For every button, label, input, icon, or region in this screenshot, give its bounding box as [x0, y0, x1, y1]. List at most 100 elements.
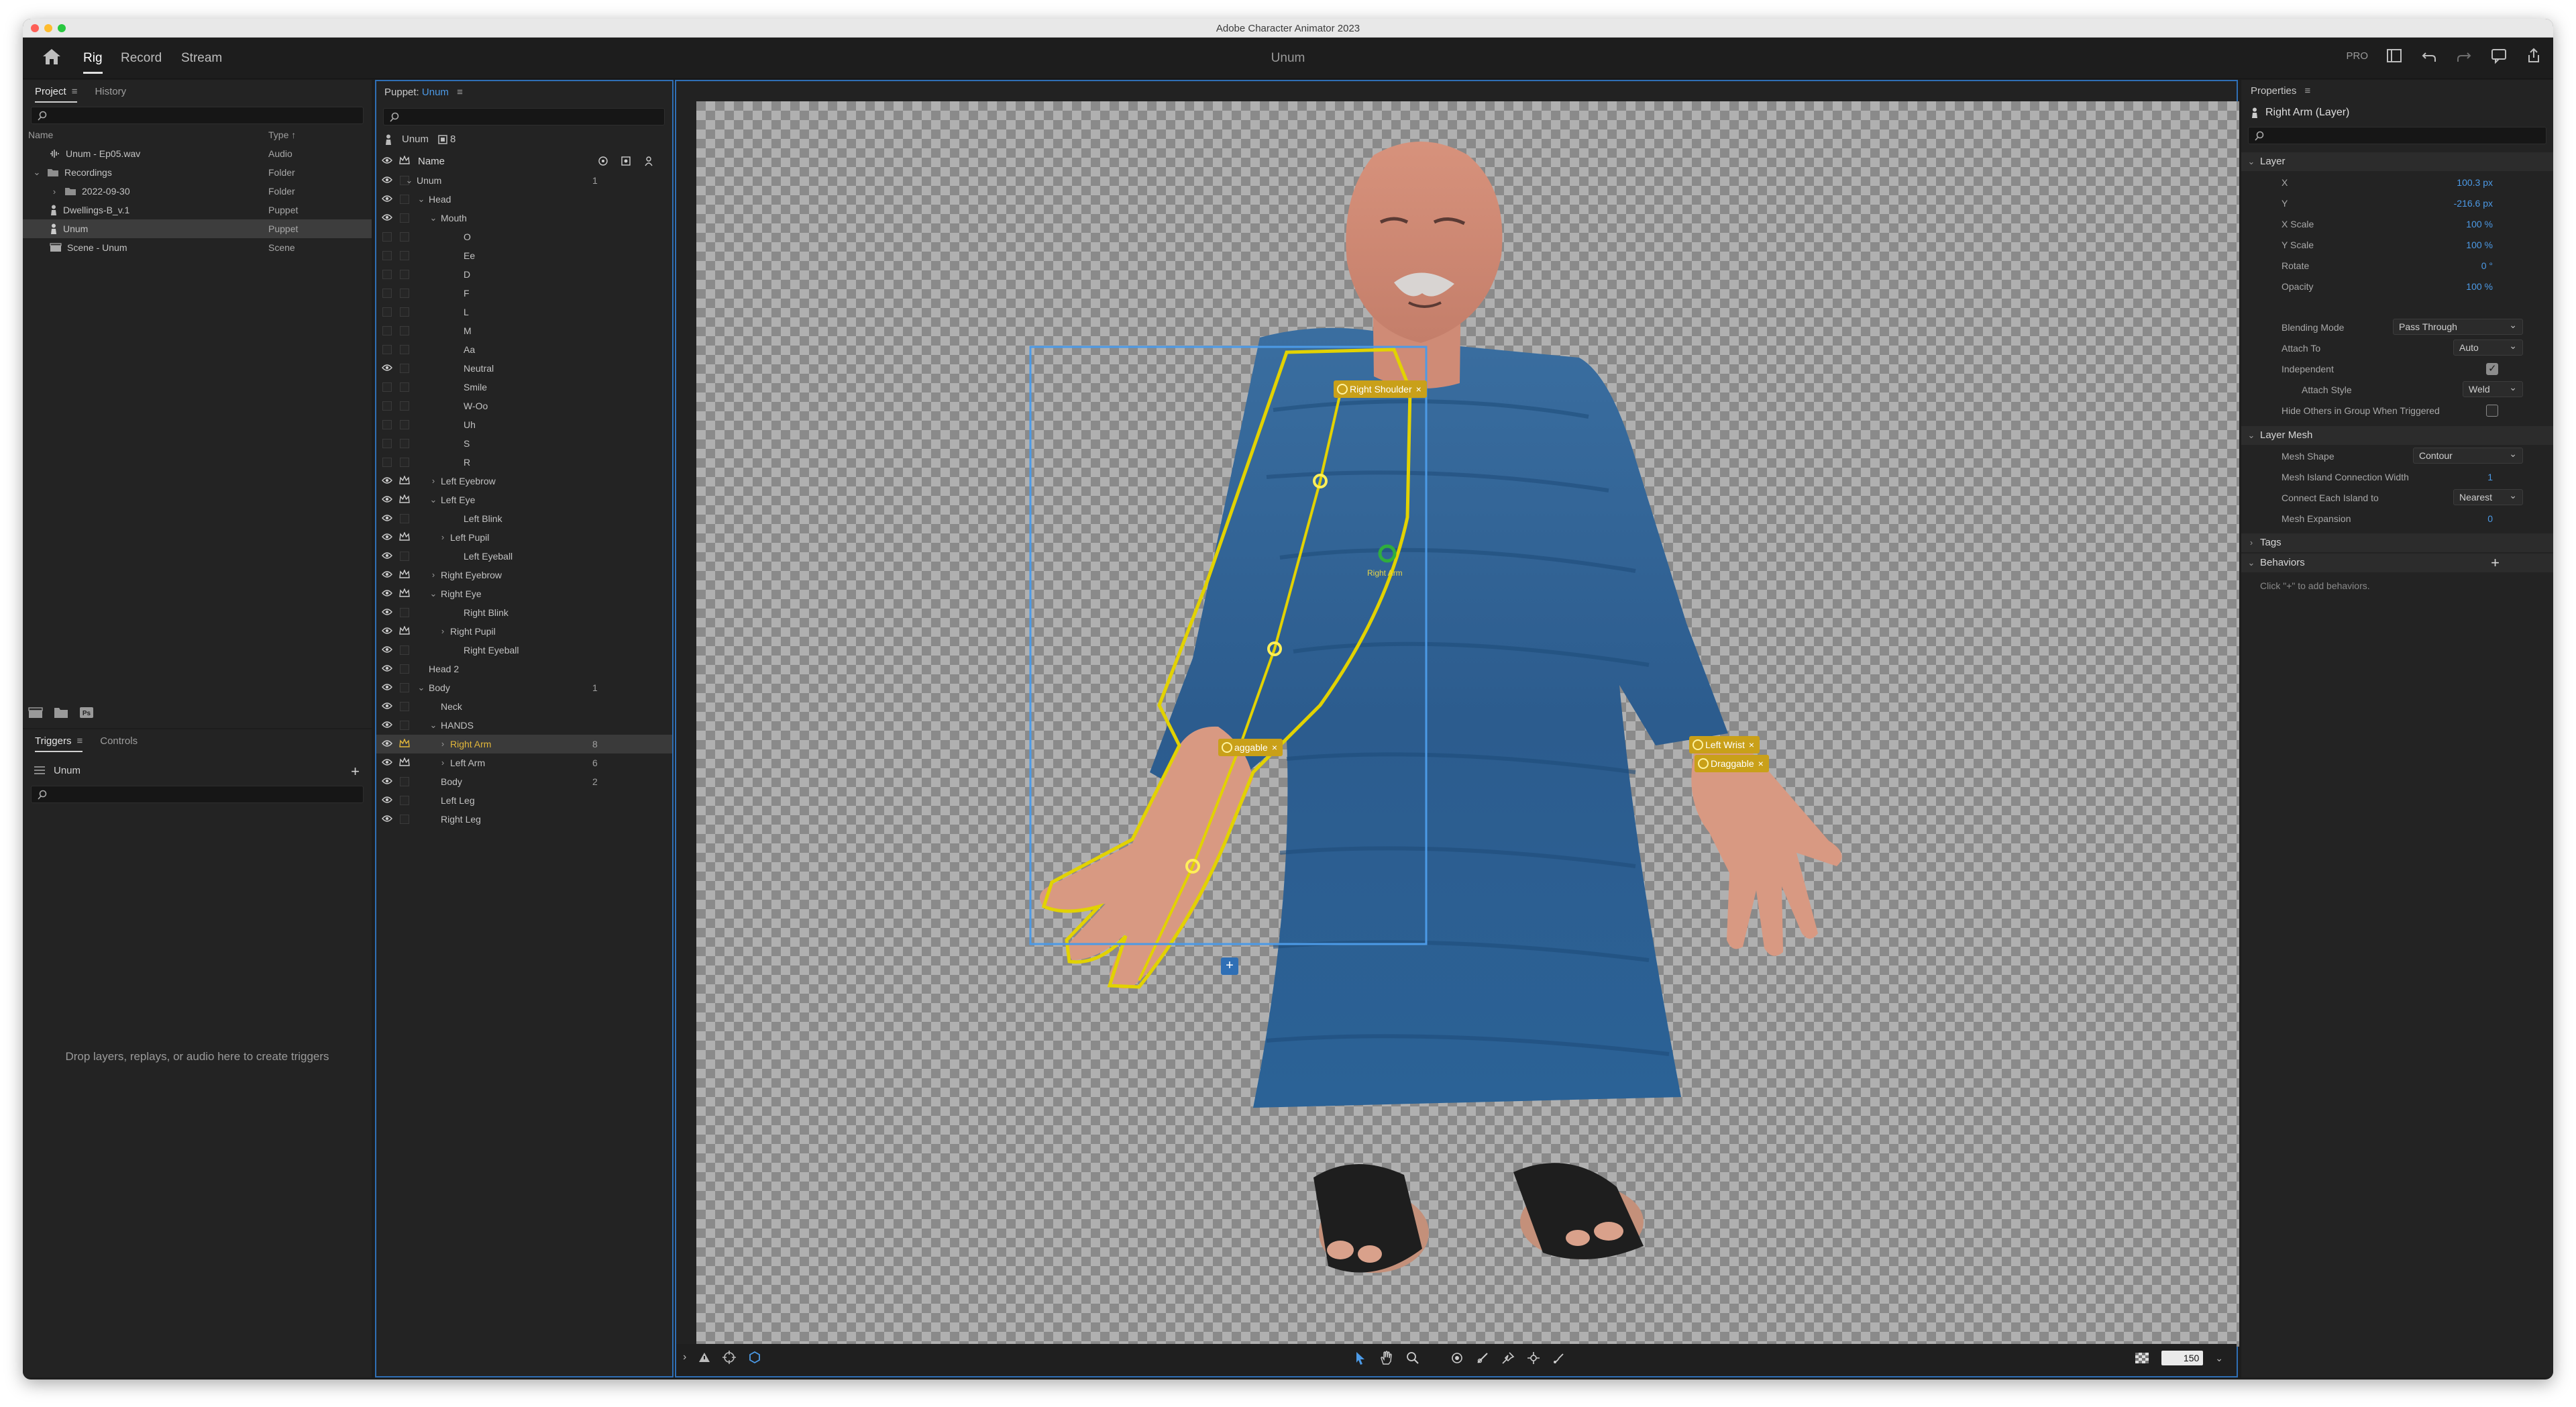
- layer-row[interactable]: Right Eyeball: [376, 641, 672, 660]
- layer-row[interactable]: R: [376, 453, 672, 472]
- layer-row[interactable]: ⌄ Right Eye: [376, 584, 672, 603]
- dangle-tool-icon[interactable]: [1552, 1351, 1566, 1365]
- section-layer[interactable]: ⌄ Layer: [2241, 152, 2553, 171]
- layer-row[interactable]: S: [376, 434, 672, 453]
- pin-tool-icon[interactable]: [1501, 1351, 1515, 1365]
- visibility-toggle[interactable]: [382, 289, 392, 298]
- crown-toggle[interactable]: [400, 382, 409, 392]
- chevron-right-icon[interactable]: ›: [429, 476, 438, 486]
- crown-icon[interactable]: [399, 156, 410, 165]
- layer-row[interactable]: › Right Pupil: [376, 622, 672, 641]
- crown-toggle[interactable]: [400, 251, 409, 260]
- project-item[interactable]: Scene - Unum Scene: [23, 238, 372, 257]
- zoom-dropdown-icon[interactable]: ⌄: [2215, 1353, 2223, 1364]
- eye-icon[interactable]: [382, 364, 392, 372]
- project-item[interactable]: ⌄ Recordings Folder: [23, 163, 372, 182]
- layer-row-selected[interactable]: › Right Arm 8: [376, 735, 672, 753]
- mesh-island-width-value[interactable]: 1: [2487, 472, 2493, 482]
- eye-icon[interactable]: [382, 552, 392, 560]
- layer-row[interactable]: Body 2: [376, 772, 672, 791]
- crown-toggle[interactable]: [400, 514, 409, 523]
- add-behavior-button[interactable]: +: [2491, 554, 2500, 572]
- crown-toggle[interactable]: [400, 645, 409, 655]
- crown-toggle[interactable]: [400, 213, 409, 223]
- layer-row[interactable]: Head 2: [376, 660, 672, 678]
- visibility-toggle[interactable]: [382, 307, 392, 317]
- section-layer-mesh[interactable]: ⌄ Layer Mesh: [2241, 426, 2553, 445]
- visibility-toggle[interactable]: [382, 439, 392, 448]
- layer-row[interactable]: › Left Arm 6: [376, 753, 672, 772]
- chevron-right-icon[interactable]: ›: [50, 187, 59, 197]
- crown-toggle[interactable]: [400, 289, 409, 298]
- trigger-puppet-row[interactable]: Unum: [34, 760, 361, 780]
- crown-toggle[interactable]: [400, 307, 409, 317]
- layer-row[interactable]: O: [376, 227, 672, 246]
- stick-tool-icon[interactable]: [1476, 1351, 1489, 1365]
- checkerboard-icon[interactable]: [2135, 1352, 2149, 1364]
- new-folder-icon[interactable]: [54, 707, 68, 719]
- layer-row[interactable]: L: [376, 303, 672, 321]
- tab-stream[interactable]: Stream: [181, 51, 222, 66]
- project-item[interactable]: Dwellings-B_v.1 Puppet: [23, 201, 372, 219]
- crown-icon[interactable]: [399, 476, 410, 485]
- tab-rig[interactable]: Rig: [83, 51, 103, 74]
- layer-row[interactable]: › Left Eyebrow: [376, 472, 672, 490]
- attach-style-select[interactable]: Weld: [2463, 380, 2523, 397]
- tag-draggable-right[interactable]: Draggable ×: [1695, 755, 1769, 772]
- layer-row[interactable]: Neck: [376, 697, 672, 716]
- crown-toggle[interactable]: [400, 683, 409, 692]
- eye-icon[interactable]: [382, 570, 392, 578]
- chevron-down-icon[interactable]: ⌄: [405, 175, 414, 186]
- remove-tag-icon[interactable]: ×: [1749, 739, 1754, 750]
- new-scene-icon[interactable]: [28, 707, 43, 719]
- visibility-toggle[interactable]: [382, 251, 392, 260]
- eye-icon[interactable]: [382, 777, 392, 785]
- origin-icon[interactable]: [598, 156, 608, 166]
- feedback-icon[interactable]: [2490, 47, 2508, 64]
- chevron-down-icon[interactable]: ⌄: [429, 494, 438, 505]
- visibility-toggle[interactable]: [382, 401, 392, 411]
- crown-toggle[interactable]: [400, 364, 409, 373]
- visibility-toggle[interactable]: [382, 232, 392, 242]
- layer-row[interactable]: Left Blink: [376, 509, 672, 528]
- layer-row[interactable]: M: [376, 321, 672, 340]
- eye-icon[interactable]: [382, 664, 392, 672]
- eye-icon[interactable]: [382, 627, 392, 635]
- chevron-down-icon[interactable]: ⌄: [429, 588, 438, 599]
- crown-icon[interactable]: [399, 532, 410, 541]
- eye-icon[interactable]: [382, 739, 392, 747]
- puppet-canvas[interactable]: Right Shoulder × aggable × Left Wrist × Dra…: [696, 101, 2239, 1347]
- eye-icon[interactable]: [382, 758, 392, 766]
- crown-toggle[interactable]: [400, 664, 409, 674]
- visibility-toggle[interactable]: [382, 270, 392, 279]
- crown-toggle[interactable]: [400, 401, 409, 411]
- eye-icon[interactable]: [382, 533, 392, 541]
- panel-menu-icon[interactable]: ≡: [72, 86, 78, 97]
- chevron-down-icon[interactable]: ⌄: [429, 213, 438, 223]
- remove-tag-icon[interactable]: ×: [1758, 758, 1764, 769]
- section-tags[interactable]: › Tags: [2241, 533, 2553, 552]
- layer-row[interactable]: › Left Pupil: [376, 528, 672, 547]
- eye-icon[interactable]: [382, 156, 392, 164]
- prop-value[interactable]: -216.6 px: [2454, 198, 2493, 209]
- column-type[interactable]: Type ↑: [268, 129, 296, 140]
- chevron-right-icon[interactable]: ›: [438, 758, 447, 768]
- layer-row[interactable]: Smile: [376, 378, 672, 397]
- layer-row[interactable]: › Right Eyebrow: [376, 566, 672, 584]
- panel-menu-icon[interactable]: ≡: [2305, 85, 2311, 97]
- crown-toggle[interactable]: [400, 439, 409, 448]
- panel-menu-icon[interactable]: ≡: [76, 735, 83, 747]
- eye-icon[interactable]: [382, 796, 392, 804]
- layer-row[interactable]: Ee: [376, 246, 672, 265]
- chevron-right-icon[interactable]: ›: [429, 570, 438, 580]
- eye-icon[interactable]: [382, 721, 392, 729]
- prop-value[interactable]: 0 °: [2481, 260, 2493, 271]
- layer-row[interactable]: Uh: [376, 415, 672, 434]
- tag-draggable-left[interactable]: aggable ×: [1218, 739, 1283, 756]
- eye-icon[interactable]: [382, 495, 392, 503]
- eye-icon[interactable]: [382, 514, 392, 522]
- hide-others-checkbox[interactable]: [2486, 405, 2498, 417]
- triggers-search-input[interactable]: [31, 786, 364, 803]
- independent-checkbox[interactable]: [2486, 362, 2498, 375]
- tag-right-shoulder[interactable]: Right Shoulder ×: [1334, 380, 1427, 398]
